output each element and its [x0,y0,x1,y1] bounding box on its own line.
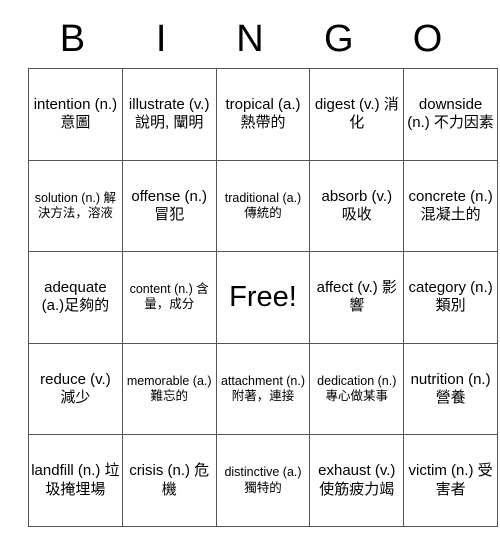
bingo-cell-text: distinctive (a.) 獨特的 [224,465,302,495]
bingo-cell-text: intention (n.) 意圖 [33,96,118,132]
bingo-row: landfill (n.) 垃圾掩埋場 crisis (n.) 危機 disti… [28,434,498,527]
bingo-cell-o1[interactable]: downside (n.) 不力因素 [403,68,498,161]
bingo-header-letter-o: O [412,18,443,60]
bingo-card: B I N G O intention (n.) 意圖 illustrate (… [28,10,498,527]
bingo-header-letter-g: G [324,18,354,60]
bingo-cell-o3[interactable]: category (n.) 類別 [403,251,498,344]
bingo-cell-n4[interactable]: attachment (n.) 附著，連接 [215,342,311,436]
bingo-cell-text: nutrition (n.) 營養 [410,370,491,407]
bingo-cell-text: digest (v.) 消化 [314,96,399,132]
bingo-cell-free-space[interactable]: Free! [215,251,311,344]
bingo-cell-text: tropical (a.) 熱帶的 [225,96,301,132]
bingo-row: intention (n.) 意圖 illustrate (v.) 說明, 闡明… [28,68,498,161]
bingo-cell-text: concrete (n.) 混凝土的 [408,187,493,223]
bingo-header-letter-n: N [236,18,264,60]
bingo-cell-i3[interactable]: content (n.) 含量，成分 [121,251,217,344]
bingo-cell-b5[interactable]: landfill (n.) 垃圾掩埋場 [28,434,123,527]
bingo-cell-n1[interactable]: tropical (a.) 熱帶的 [215,68,311,161]
bingo-cell-n2[interactable]: traditional (a.) 傳統的 [215,159,311,253]
bingo-row: solution (n.) 解決方法，溶液 offense (n.) 冒犯 tr… [28,159,498,253]
bingo-cell-text: offense (n.) 冒犯 [131,187,207,223]
bingo-cell-g5[interactable]: exhaust (v.) 使筋疲力竭 [309,434,405,527]
bingo-cell-b4[interactable]: reduce (v.) 減少 [28,342,123,436]
bingo-header-letter-b: B [59,18,86,60]
bingo-cell-text: attachment (n.) 附著，連接 [220,373,306,404]
bingo-cell-g1[interactable]: digest (v.) 消化 [309,68,405,161]
bingo-cell-text: exhaust (v.) 使筋疲力竭 [318,462,396,498]
bingo-header-letter-i: I [155,18,167,60]
bingo-cell-text: crisis (n.) 危機 [129,462,210,498]
bingo-cell-text: illustrate (v.) 說明, 闡明 [128,96,210,132]
bingo-cell-o4[interactable]: nutrition (n.) 營養 [403,342,498,436]
bingo-cell-text: victim (n.) 受害者 [408,462,493,498]
bingo-cell-b3[interactable]: adequate (a.)足夠的 [28,251,123,344]
bingo-cell-g3[interactable]: affect (v.) 影響 [309,251,405,344]
bingo-cell-b2[interactable]: solution (n.) 解決方法，溶液 [28,159,123,253]
bingo-cell-b1[interactable]: intention (n.) 意圖 [28,68,123,161]
bingo-cell-text: adequate (a.)足夠的 [41,279,110,315]
bingo-row: reduce (v.) 減少 memorable (a.) 難忘的 attach… [28,342,498,436]
bingo-cell-text: solution (n.) 解決方法，溶液 [34,190,117,220]
bingo-cell-text: memorable (a.) 難忘的 [126,373,212,404]
bingo-cell-i1[interactable]: illustrate (v.) 說明, 闡明 [121,68,217,161]
bingo-cell-i2[interactable]: offense (n.) 冒犯 [121,159,217,253]
bingo-cell-g2[interactable]: absorb (v.) 吸收 [309,159,405,253]
bingo-cell-i5[interactable]: crisis (n.) 危機 [121,434,217,527]
bingo-cell-text: downside (n.) 不力因素 [407,96,494,132]
bingo-cell-text: category (n.) 類別 [408,279,493,315]
bingo-cell-text: absorb (v.) 吸收 [321,187,393,223]
bingo-cell-o2[interactable]: concrete (n.) 混凝土的 [403,159,498,253]
bingo-cell-text: dedication (n.) 專心做某事 [317,373,397,404]
bingo-grid: intention (n.) 意圖 illustrate (v.) 說明, 闡明… [28,68,498,527]
bingo-cell-text: reduce (v.) 減少 [40,370,111,407]
bingo-cell-text: landfill (n.) 垃圾掩埋場 [31,462,120,498]
bingo-cell-o5[interactable]: victim (n.) 受害者 [403,434,498,527]
bingo-cell-text: traditional (a.) 傳統的 [224,190,302,220]
free-space-label: Free! [229,280,297,313]
bingo-cell-text: content (n.) 含量，成分 [129,282,209,312]
bingo-cell-n5[interactable]: distinctive (a.) 獨特的 [215,434,311,527]
bingo-cell-text: affect (v.) 影響 [316,279,397,315]
bingo-cell-i4[interactable]: memorable (a.) 難忘的 [121,342,217,436]
bingo-cell-g4[interactable]: dedication (n.) 專心做某事 [309,342,405,436]
bingo-header: B I N G O [28,10,472,68]
bingo-row: adequate (a.)足夠的 content (n.) 含量，成分 Free… [28,251,498,344]
